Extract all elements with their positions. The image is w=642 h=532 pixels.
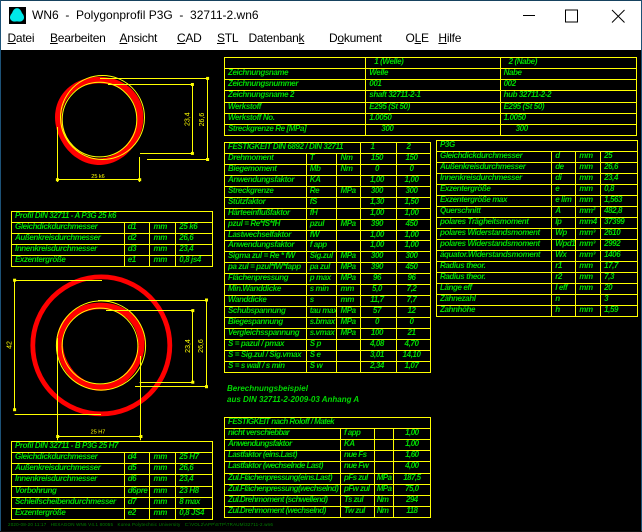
svg-text:26,6: 26,6 [199, 113, 206, 127]
svg-text:23,4: 23,4 [185, 112, 192, 126]
svg-text:25 H7: 25 H7 [91, 430, 106, 436]
svg-text:23,4: 23,4 [185, 339, 192, 353]
svg-text:26,6: 26,6 [198, 339, 205, 353]
svg-text:25 k6: 25 k6 [91, 174, 104, 180]
svg-text:42: 42 [7, 341, 14, 349]
